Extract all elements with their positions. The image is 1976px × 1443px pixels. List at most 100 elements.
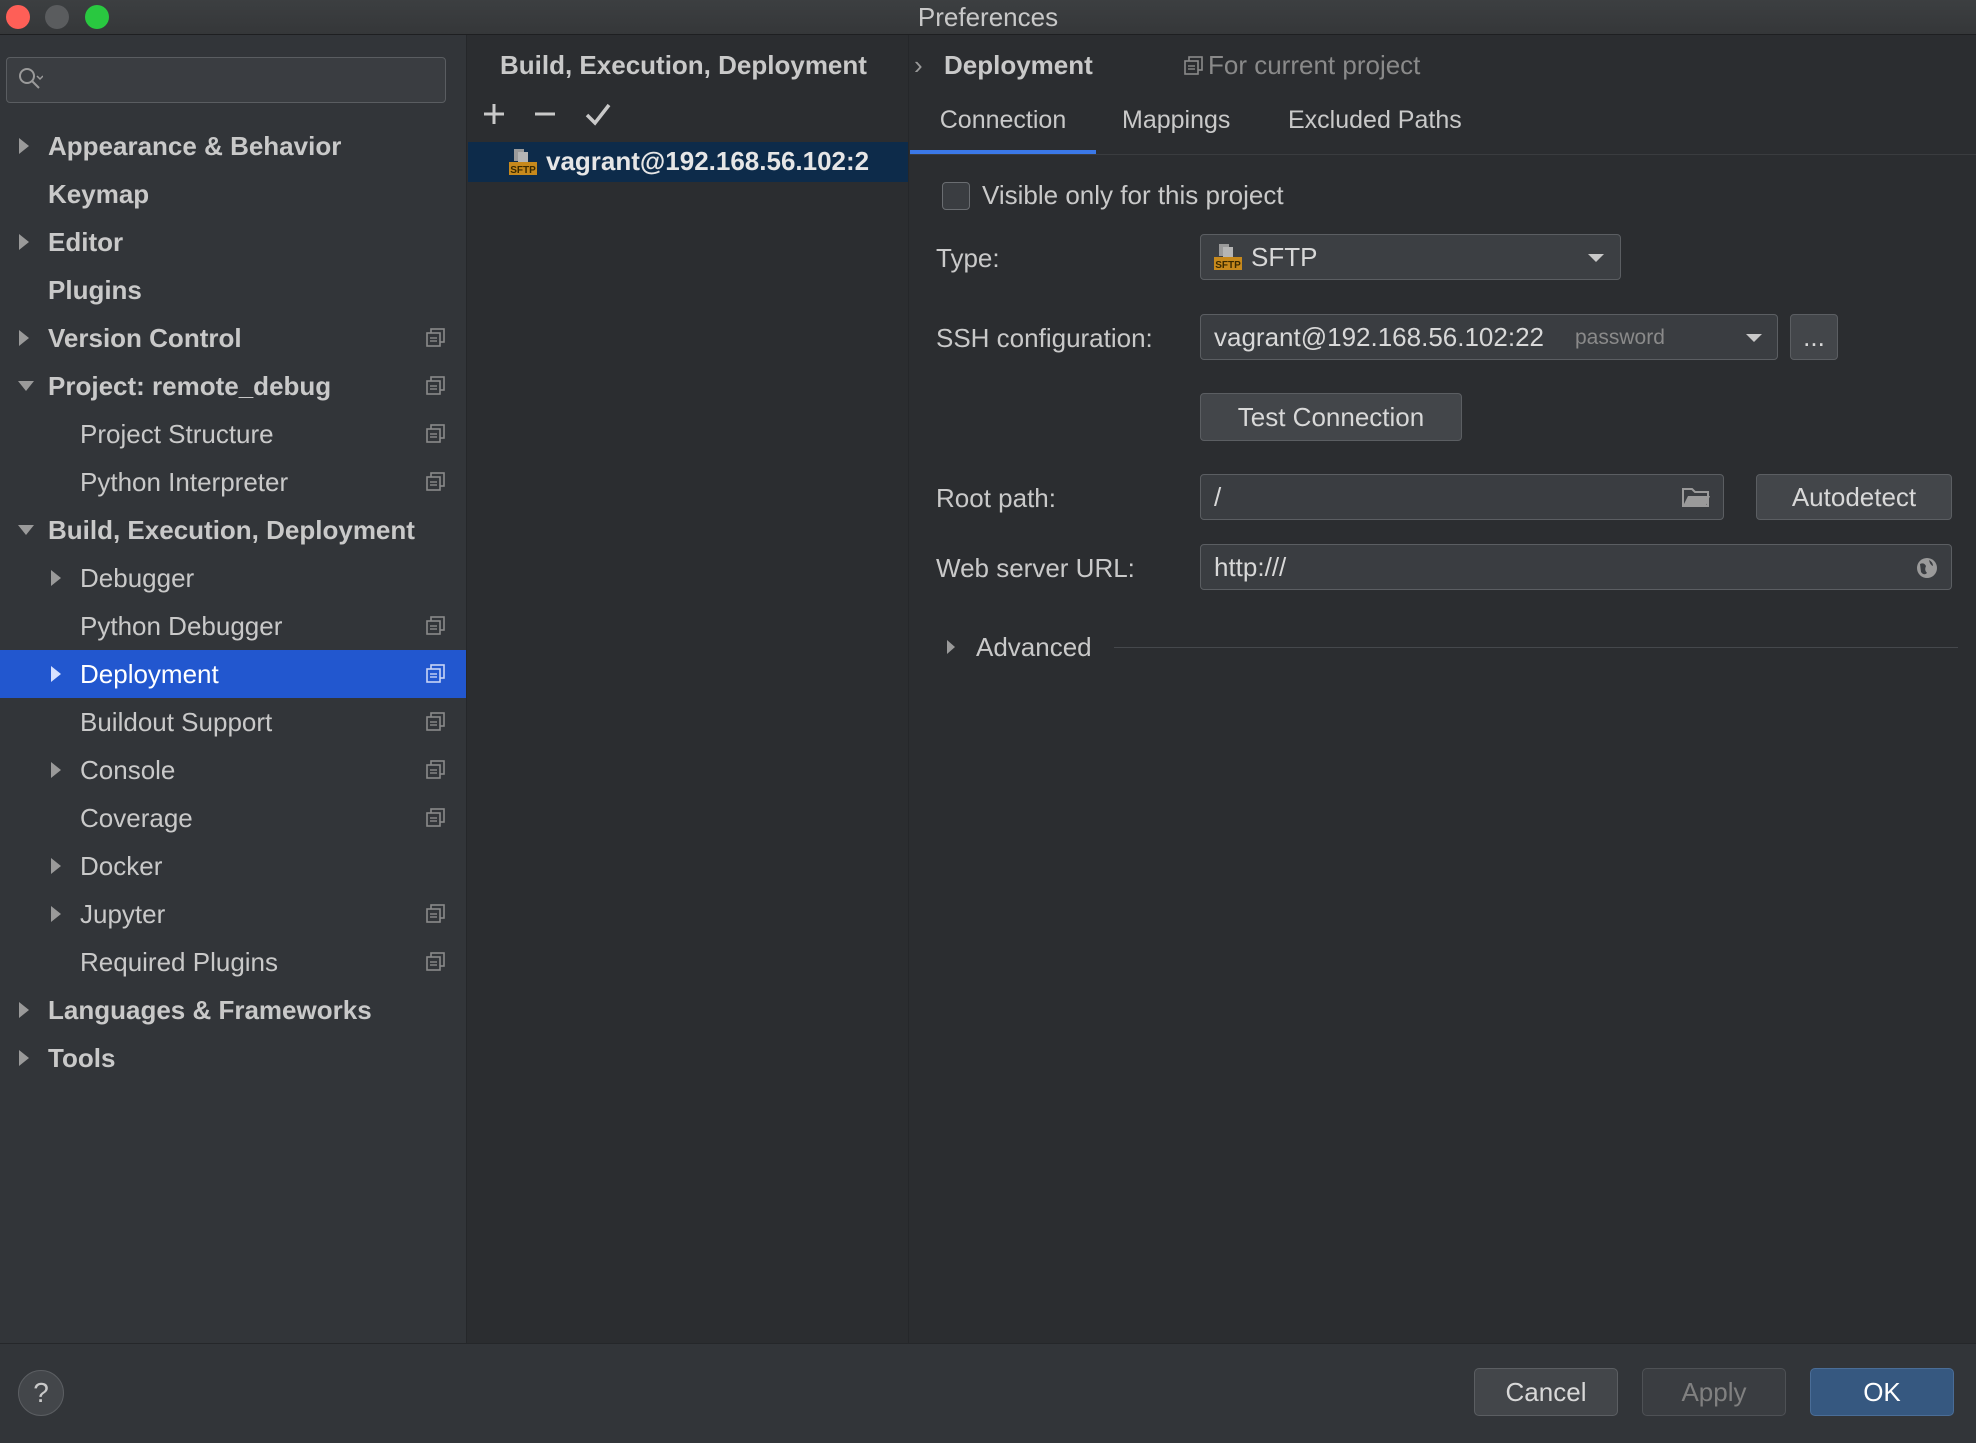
ssh-config-select[interactable]: vagrant@192.168.56.102:22 password	[1200, 314, 1778, 360]
scope-text: For current project	[1208, 50, 1421, 80]
sidebar-item-label: Jupyter	[80, 899, 166, 929]
sidebar-item-deployment[interactable]: Deployment	[0, 650, 466, 698]
sftp-server-icon: SFTP	[509, 149, 537, 176]
server-name: vagrant@192.168.56.102:2	[546, 146, 870, 176]
project-scope-icon	[426, 760, 445, 779]
sidebar-item-required-plugins[interactable]: Required Plugins	[0, 938, 466, 986]
search-icon	[19, 68, 43, 89]
sidebar-item-project[interactable]: Project: remote_debug	[0, 362, 466, 410]
sidebar-item-python-debugger[interactable]: Python Debugger	[0, 602, 466, 650]
type-value: SFTP	[1251, 242, 1318, 272]
project-scope-icon	[426, 472, 445, 491]
web-server-url-value: http:///	[1214, 552, 1287, 582]
web-server-url-label: Web server URL:	[936, 553, 1135, 583]
sftp-badge-text: SFTP	[510, 165, 536, 176]
project-scope-icon	[1184, 56, 1203, 75]
sidebar-item-appearance-behavior[interactable]: Appearance & Behavior	[0, 122, 466, 170]
sidebar-item-project-structure[interactable]: Project Structure	[0, 410, 466, 458]
expand-arrow-icon	[44, 650, 68, 698]
chevron-down-icon	[1588, 254, 1604, 262]
scope-label: For current project	[1184, 50, 1420, 81]
expand-arrow-icon	[12, 986, 36, 1034]
breadcrumb-current: Deployment	[944, 50, 1093, 80]
sidebar-item-label: Buildout Support	[80, 707, 273, 737]
breadcrumb-parent[interactable]: Build, Execution, Deployment	[500, 50, 867, 81]
sidebar-item-label: Plugins	[48, 275, 142, 305]
tab-connection[interactable]: Connection	[910, 96, 1096, 154]
sidebar-item-label: Build, Execution, Deployment	[48, 515, 415, 545]
sidebar-item-label: Console	[80, 755, 176, 785]
globe-icon[interactable]	[1915, 556, 1939, 580]
chevron-down-icon	[1746, 334, 1762, 342]
sidebar-item-label: Tools	[48, 1043, 116, 1073]
sidebar-item-label: Project Structure	[80, 419, 274, 449]
sidebar-item-languages-frameworks[interactable]: Languages & Frameworks	[0, 986, 466, 1034]
window-title: Preferences	[917, 2, 1059, 32]
title-bar: Preferences	[0, 0, 1976, 35]
check-icon[interactable]	[581, 97, 615, 131]
sidebar-item-label: Project: remote_debug	[48, 371, 332, 401]
root-path-input[interactable]: /	[1200, 474, 1724, 520]
folder-icon[interactable]	[1681, 485, 1711, 509]
ssh-config-more-button[interactable]: ...	[1790, 314, 1838, 360]
cancel-button[interactable]: Cancel	[1474, 1368, 1618, 1416]
ssh-config-value: vagrant@192.168.56.102:22	[1214, 322, 1544, 352]
type-select[interactable]: SFTP SFTP	[1200, 234, 1621, 280]
sidebar-item-keymap[interactable]: Keymap	[0, 170, 466, 218]
expand-arrow-icon	[44, 890, 68, 938]
expand-arrow-icon	[12, 122, 36, 170]
project-scope-icon	[426, 904, 445, 923]
sidebar-item-label: Languages & Frameworks	[48, 995, 372, 1025]
ok-button[interactable]: OK	[1810, 1368, 1954, 1416]
breadcrumb-separator: ›	[914, 50, 923, 80]
web-server-url-input[interactable]: http:///	[1200, 544, 1952, 590]
sidebar-item-docker[interactable]: Docker	[0, 842, 466, 890]
test-connection-button[interactable]: Test Connection	[1200, 393, 1462, 441]
advanced-divider	[1114, 647, 1958, 648]
expand-arrow-icon	[12, 218, 36, 266]
sidebar-item-label: Python Debugger	[80, 611, 283, 641]
sidebar-item-label: Debugger	[80, 563, 195, 593]
sidebar-item-label: Editor	[48, 227, 124, 257]
sidebar-item-build-execution-deployment[interactable]: Build, Execution, Deployment	[0, 506, 466, 554]
sidebar-item-coverage[interactable]: Coverage	[0, 794, 466, 842]
dialog-footer: ? Cancel Apply OK	[0, 1343, 1976, 1443]
sidebar-item-label: Deployment	[80, 659, 219, 689]
type-label: Type:	[936, 243, 1000, 273]
visible-only-checkbox[interactable]	[942, 182, 970, 210]
tab-excluded-paths[interactable]: Excluded Paths	[1288, 96, 1462, 154]
advanced-section-toggle[interactable]: Advanced	[944, 630, 1104, 666]
sidebar-item-jupyter[interactable]: Jupyter	[0, 890, 466, 938]
sidebar-item-python-interpreter[interactable]: Python Interpreter	[0, 458, 466, 506]
expand-arrow-icon	[44, 554, 68, 602]
sidebar-item-editor[interactable]: Editor	[0, 218, 466, 266]
tab-bar: Connection Mappings Excluded Paths	[910, 96, 1976, 155]
ssh-auth-type: password	[1575, 326, 1665, 349]
sidebar-item-console[interactable]: Console	[0, 746, 466, 794]
root-path-value: /	[1214, 482, 1222, 512]
expand-arrow-icon	[44, 746, 68, 794]
expand-arrow-icon	[947, 640, 955, 654]
visible-only-label: Visible only for this project	[982, 180, 1284, 210]
project-scope-icon	[426, 424, 445, 443]
project-scope-icon	[426, 664, 445, 683]
expand-arrow-icon	[12, 314, 36, 362]
project-scope-icon	[426, 616, 445, 635]
sidebar-item-buildout-support[interactable]: Buildout Support	[0, 698, 466, 746]
project-scope-icon	[426, 376, 445, 395]
expand-arrow-icon	[44, 842, 68, 890]
remove-icon[interactable]	[528, 97, 562, 131]
sidebar-item-tools[interactable]: Tools	[0, 1034, 466, 1082]
server-list-item[interactable]: SFTP vagrant@192.168.56.102:2	[468, 142, 908, 182]
search-input[interactable]	[6, 57, 446, 103]
add-icon[interactable]	[477, 97, 511, 131]
tab-mappings[interactable]: Mappings	[1122, 96, 1230, 154]
sidebar-item-debugger[interactable]: Debugger	[0, 554, 466, 602]
sftp-badge-text: SFTP	[1215, 260, 1241, 271]
autodetect-button[interactable]: Autodetect	[1756, 474, 1952, 520]
project-scope-icon	[426, 328, 445, 347]
sidebar-item-plugins[interactable]: Plugins	[0, 266, 466, 314]
sidebar-item-version-control[interactable]: Version Control	[0, 314, 466, 362]
help-button[interactable]: ?	[18, 1370, 64, 1416]
apply-button[interactable]: Apply	[1642, 1368, 1786, 1416]
